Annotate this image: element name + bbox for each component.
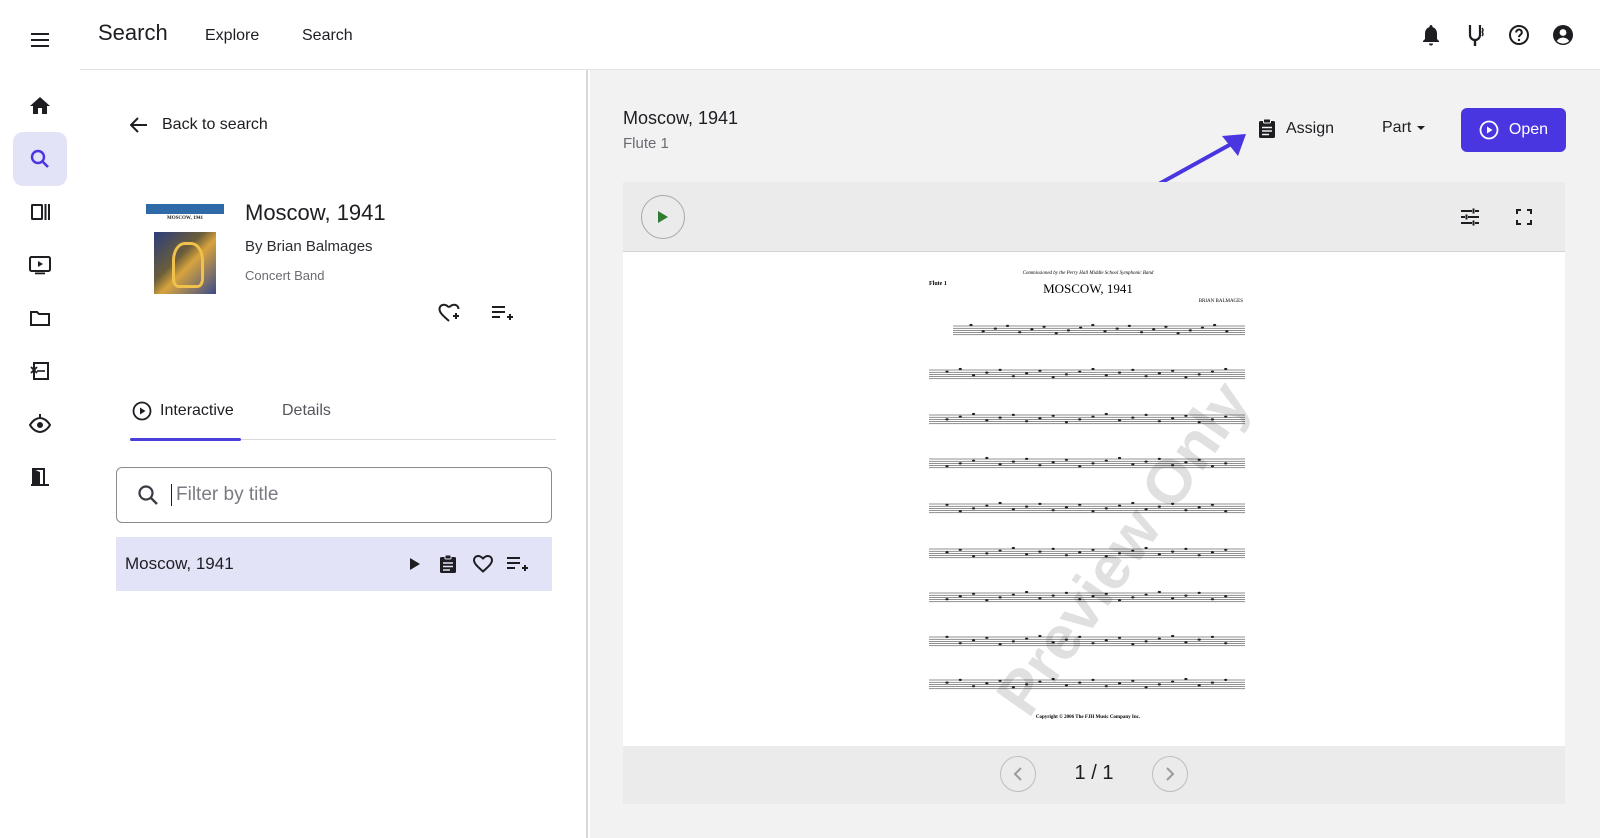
menu-icon[interactable] bbox=[28, 28, 52, 52]
arrow-back-icon bbox=[130, 117, 147, 133]
sheet-composer: BRIAN BALMAGES bbox=[1199, 299, 1244, 304]
result-title: Moscow, 1941 bbox=[125, 554, 234, 573]
staff-system bbox=[929, 501, 1245, 514]
library-icon[interactable] bbox=[13, 185, 67, 239]
home-icon[interactable] bbox=[13, 79, 67, 133]
listen-icon[interactable] bbox=[13, 397, 67, 451]
chevron-left-icon bbox=[1013, 767, 1022, 781]
add-favorite-icon[interactable] bbox=[436, 300, 462, 326]
add-to-playlist-icon[interactable] bbox=[489, 300, 515, 326]
tab-bar: Interactive Details bbox=[130, 382, 556, 441]
favorite-icon[interactable] bbox=[471, 552, 495, 576]
assignment-icon bbox=[1259, 118, 1275, 138]
work-panel: Back to search MOSCOW, 1941 Moscow, 1941… bbox=[80, 70, 588, 838]
filter-field[interactable] bbox=[116, 467, 552, 523]
previous-page-button[interactable] bbox=[1000, 756, 1036, 792]
preview-title: Moscow, 1941 bbox=[623, 108, 739, 128]
staff-system bbox=[929, 367, 1245, 380]
tab-details[interactable]: Details bbox=[280, 382, 333, 440]
page-title: Search bbox=[98, 20, 168, 45]
back-label: Back to search bbox=[162, 116, 268, 133]
staff-system bbox=[953, 323, 1245, 336]
assignment-icon[interactable] bbox=[13, 344, 67, 398]
play-icon bbox=[658, 211, 668, 223]
play-icon[interactable] bbox=[403, 552, 427, 576]
tab-details-label: Details bbox=[282, 402, 331, 419]
caret-down-icon bbox=[1417, 126, 1426, 130]
nav-explore[interactable]: Explore bbox=[205, 27, 259, 45]
help-icon[interactable] bbox=[1506, 22, 1532, 48]
pager: 1 / 1 bbox=[623, 746, 1565, 804]
open-label: Open bbox=[1508, 121, 1549, 138]
work-title: Moscow, 1941 bbox=[245, 200, 386, 225]
filter-input[interactable] bbox=[171, 484, 511, 506]
navigation-rail bbox=[0, 0, 80, 838]
tab-interactive-label: Interactive bbox=[160, 402, 234, 419]
sheet-commission: Commissioned by the Perry Hall Middle Sc… bbox=[1023, 271, 1154, 276]
assign-icon[interactable] bbox=[436, 552, 460, 576]
work-genre: Concert Band bbox=[245, 268, 325, 283]
preview-panel: Moscow, 1941 Flute 1 Assign Part Open Co… bbox=[590, 70, 1600, 838]
nav-search[interactable]: Search bbox=[302, 27, 353, 45]
fullscreen-icon[interactable] bbox=[1511, 204, 1537, 230]
video-icon[interactable] bbox=[13, 238, 67, 292]
staff-system bbox=[929, 677, 1245, 690]
bell-icon[interactable] bbox=[1418, 22, 1444, 48]
open-button[interactable]: Open bbox=[1461, 108, 1566, 152]
preview-watermark: Preview Only bbox=[984, 369, 1253, 728]
sheet-music-page: Commissioned by the Perry Hall Middle Sc… bbox=[929, 271, 1253, 728]
page-indicator: 1 / 1 bbox=[1074, 762, 1114, 784]
cover-thumbnail: MOSCOW, 1941 bbox=[146, 204, 224, 310]
cover-band bbox=[146, 204, 224, 214]
play-circle-icon bbox=[132, 401, 152, 421]
cover-art bbox=[154, 232, 216, 294]
next-page-button[interactable] bbox=[1152, 756, 1188, 792]
back-to-search-link[interactable]: Back to search bbox=[130, 116, 268, 134]
sheet-copyright: Copyright © 2006 The FJH Music Company I… bbox=[1036, 714, 1141, 720]
assign-button[interactable]: Assign bbox=[1258, 118, 1334, 139]
search-icon[interactable] bbox=[13, 132, 67, 186]
add-to-playlist-icon[interactable] bbox=[505, 552, 529, 576]
settings-sliders-icon[interactable] bbox=[1457, 204, 1483, 230]
cover-title: MOSCOW, 1941 bbox=[167, 216, 203, 221]
result-row[interactable]: Moscow, 1941 bbox=[116, 537, 552, 591]
tab-interactive[interactable]: Interactive bbox=[130, 382, 241, 441]
score-viewer: Commissioned by the Perry Hall Middle Sc… bbox=[623, 182, 1565, 804]
sheet-title: MOSCOW, 1941 bbox=[1043, 281, 1133, 296]
preview-part: Flute 1 bbox=[623, 135, 669, 152]
top-bar: Search Explore Search bbox=[80, 0, 1600, 70]
viewer-toolbar bbox=[623, 182, 1565, 252]
work-composer: By Brian Balmages bbox=[245, 238, 373, 255]
folder-icon[interactable] bbox=[13, 291, 67, 345]
play-button[interactable] bbox=[641, 195, 685, 239]
part-label: Part bbox=[1382, 119, 1412, 136]
part-dropdown[interactable]: Part bbox=[1382, 119, 1428, 137]
sheet-part-name: Flute 1 bbox=[929, 281, 947, 287]
app-root: Search Explore Search Back to search MOS… bbox=[0, 0, 1600, 838]
sheet-area: Commissioned by the Perry Hall Middle Sc… bbox=[623, 252, 1565, 746]
tuning-fork-icon[interactable] bbox=[1462, 22, 1488, 48]
exit-icon[interactable] bbox=[13, 450, 67, 504]
chevron-right-icon bbox=[1166, 767, 1175, 781]
assign-label: Assign bbox=[1286, 119, 1335, 137]
play-circle-icon bbox=[1479, 120, 1499, 140]
search-icon bbox=[138, 485, 158, 505]
account-icon[interactable] bbox=[1550, 22, 1576, 48]
